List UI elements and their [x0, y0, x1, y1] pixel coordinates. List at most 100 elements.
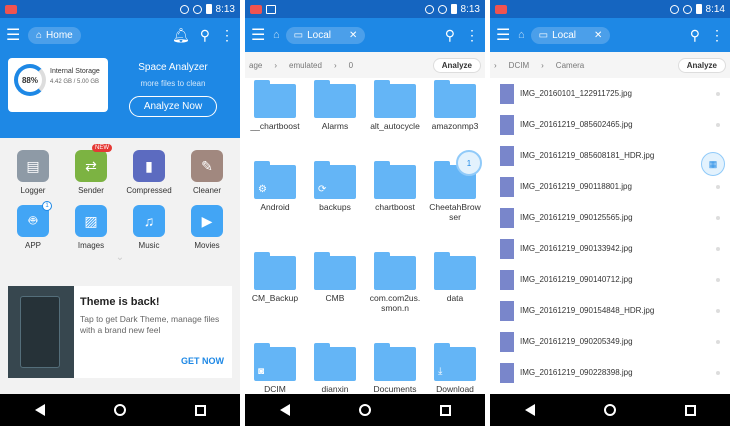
local-tab-label: Local	[552, 29, 577, 41]
home-nav-icon[interactable]	[113, 404, 126, 416]
search-icon[interactable]: ⚲	[200, 27, 210, 44]
folder-item[interactable]: CheetahBrowser	[425, 160, 485, 246]
app-label: Logger	[20, 186, 46, 195]
image-icon: ▨	[75, 205, 107, 237]
folder-item[interactable]: chartboost	[365, 160, 425, 246]
local-tab[interactable]: ▭ Local ✕	[530, 26, 611, 44]
crumb[interactable]: DCIM	[509, 61, 529, 70]
menu-icon[interactable]: ☰	[496, 25, 518, 45]
folder-item[interactable]: __chartboost	[245, 80, 305, 155]
recents-icon[interactable]	[439, 404, 451, 416]
storage-card[interactable]: 88% Internal Storage 4.42 GB / 5.00 GB	[8, 58, 108, 112]
crumb[interactable]: Camera	[556, 61, 584, 70]
app-compressed[interactable]: ▮ Compressed	[120, 150, 178, 195]
app-movies[interactable]: ▶ Movies	[178, 205, 236, 250]
folder-item[interactable]: CM_Backup	[245, 252, 305, 337]
home-nav-icon[interactable]	[603, 404, 616, 416]
theme-image	[8, 286, 74, 378]
app-sender[interactable]: NEW ⇄ Sender	[62, 144, 120, 195]
app-images[interactable]: ▨ Images	[62, 205, 120, 250]
back-icon[interactable]	[279, 404, 290, 416]
back-icon[interactable]	[34, 404, 45, 416]
list-item[interactable]: IMG_20161219_085608181_HDR.jpg	[490, 140, 730, 171]
app-logger[interactable]: ▤ Logger	[4, 150, 62, 195]
more-icon[interactable]: ⋮	[465, 27, 479, 44]
analyze-button[interactable]: Analyze	[677, 57, 726, 73]
list-item[interactable]: IMG_20161219_085602465.jpg	[490, 109, 730, 140]
battery-icon	[205, 4, 212, 14]
folder-item[interactable]: data	[425, 252, 485, 337]
folder-item[interactable]: amazonmp3	[425, 80, 485, 155]
back-icon[interactable]	[524, 404, 535, 416]
get-now-button[interactable]: GET NOW	[181, 356, 224, 366]
thumbnail	[500, 331, 514, 352]
list-item[interactable]: IMG_20161219_090154848_HDR.jpg	[490, 295, 730, 326]
close-icon[interactable]: ✕	[594, 30, 602, 41]
list-item[interactable]: IMG_20161219_090118801.jpg	[490, 171, 730, 202]
list-item[interactable]: IMG_20160101_122911725.jpg	[490, 78, 730, 109]
list-item[interactable]: IMG_20161219_090205349.jpg	[490, 326, 730, 357]
folder-item[interactable]: alt_autocycle	[365, 80, 425, 155]
folder-item[interactable]: com.com2us.smon.n	[365, 252, 425, 337]
folder-label: com.com2us.smon.n	[369, 293, 421, 314]
image-notif-icon	[266, 4, 276, 14]
local-tab[interactable]: ▭ Local ✕	[285, 26, 366, 44]
folder-label: Documents	[373, 384, 417, 395]
recents-icon[interactable]	[194, 404, 206, 416]
folder-icon	[314, 343, 356, 382]
home-icon[interactable]: ⌂	[273, 29, 280, 41]
folder-label: data	[446, 293, 464, 303]
crumb[interactable]: emulated	[289, 61, 322, 70]
select-dot[interactable]	[716, 184, 720, 189]
select-dot[interactable]	[716, 308, 720, 313]
select-dot[interactable]	[716, 277, 720, 282]
toolbar: ☰ ⌂ Home 🔔︎ ⚲ ⋮	[0, 18, 240, 52]
folder-item[interactable]: CMB	[305, 252, 365, 337]
select-dot[interactable]	[716, 215, 720, 220]
folder-icon	[434, 252, 476, 290]
app-cleaner[interactable]: ✎ Cleaner	[178, 150, 236, 195]
close-icon[interactable]: ✕	[349, 30, 357, 41]
analyze-button[interactable]: Analyze	[432, 57, 481, 73]
more-icon[interactable]: ⋮	[220, 27, 234, 44]
file-name: IMG_20161219_090125565.jpg	[520, 213, 633, 222]
menu-icon[interactable]: ☰	[6, 25, 28, 45]
list-item[interactable]: IMG_20161219_090228398.jpg	[490, 357, 730, 388]
more-icon[interactable]: ⋮	[710, 27, 724, 44]
home-icon[interactable]: ⌂	[518, 29, 525, 41]
theme-card[interactable]: Theme is back! Tap to get Dark Theme, ma…	[8, 286, 232, 378]
folder-item[interactable]: Alarms	[305, 80, 365, 155]
music-icon: ♫	[133, 205, 165, 237]
bell-icon[interactable]: 🔔︎	[172, 27, 190, 44]
folder-icon: ▭	[293, 29, 304, 41]
analyze-now-button[interactable]: Analyze Now	[129, 96, 217, 117]
search-icon[interactable]: ⚲	[690, 27, 700, 44]
thumbnail	[500, 269, 514, 290]
recents-icon[interactable]	[684, 404, 696, 416]
home-tab[interactable]: ⌂ Home	[28, 26, 81, 44]
list-item[interactable]: IMG_20161219_090125565.jpg	[490, 202, 730, 233]
folder-item[interactable]: ⟳ backups	[305, 160, 365, 246]
select-dot[interactable]	[716, 370, 720, 375]
search-icon[interactable]: ⚲	[445, 27, 455, 44]
app-label: Music	[138, 241, 160, 250]
chevron-down-icon[interactable]: ⌄	[0, 252, 240, 263]
home-nav-icon[interactable]	[358, 404, 371, 416]
crumb[interactable]: 0	[349, 61, 353, 70]
app-app[interactable]: 1 🤖︎ APP	[4, 201, 62, 250]
file-name: IMG_20161219_085602465.jpg	[520, 120, 633, 129]
crumb[interactable]: age	[249, 61, 262, 70]
select-dot[interactable]	[716, 91, 720, 96]
list-item[interactable]: IMG_20161219_090133942.jpg	[490, 233, 730, 264]
floating-count-badge[interactable]: 1	[456, 150, 482, 176]
select-dot[interactable]	[716, 122, 720, 127]
menu-icon[interactable]: ☰	[251, 25, 273, 45]
app-music[interactable]: ♫ Music	[120, 205, 178, 250]
grid-view-icon[interactable]: ▦	[701, 152, 725, 176]
thumbnail	[500, 300, 514, 321]
select-dot[interactable]	[716, 246, 720, 251]
select-dot[interactable]	[716, 339, 720, 344]
status-bar: 8:13	[245, 0, 485, 18]
folder-item[interactable]: ⚙ Android	[245, 160, 305, 246]
list-item[interactable]: IMG_20161219_090140712.jpg	[490, 264, 730, 295]
